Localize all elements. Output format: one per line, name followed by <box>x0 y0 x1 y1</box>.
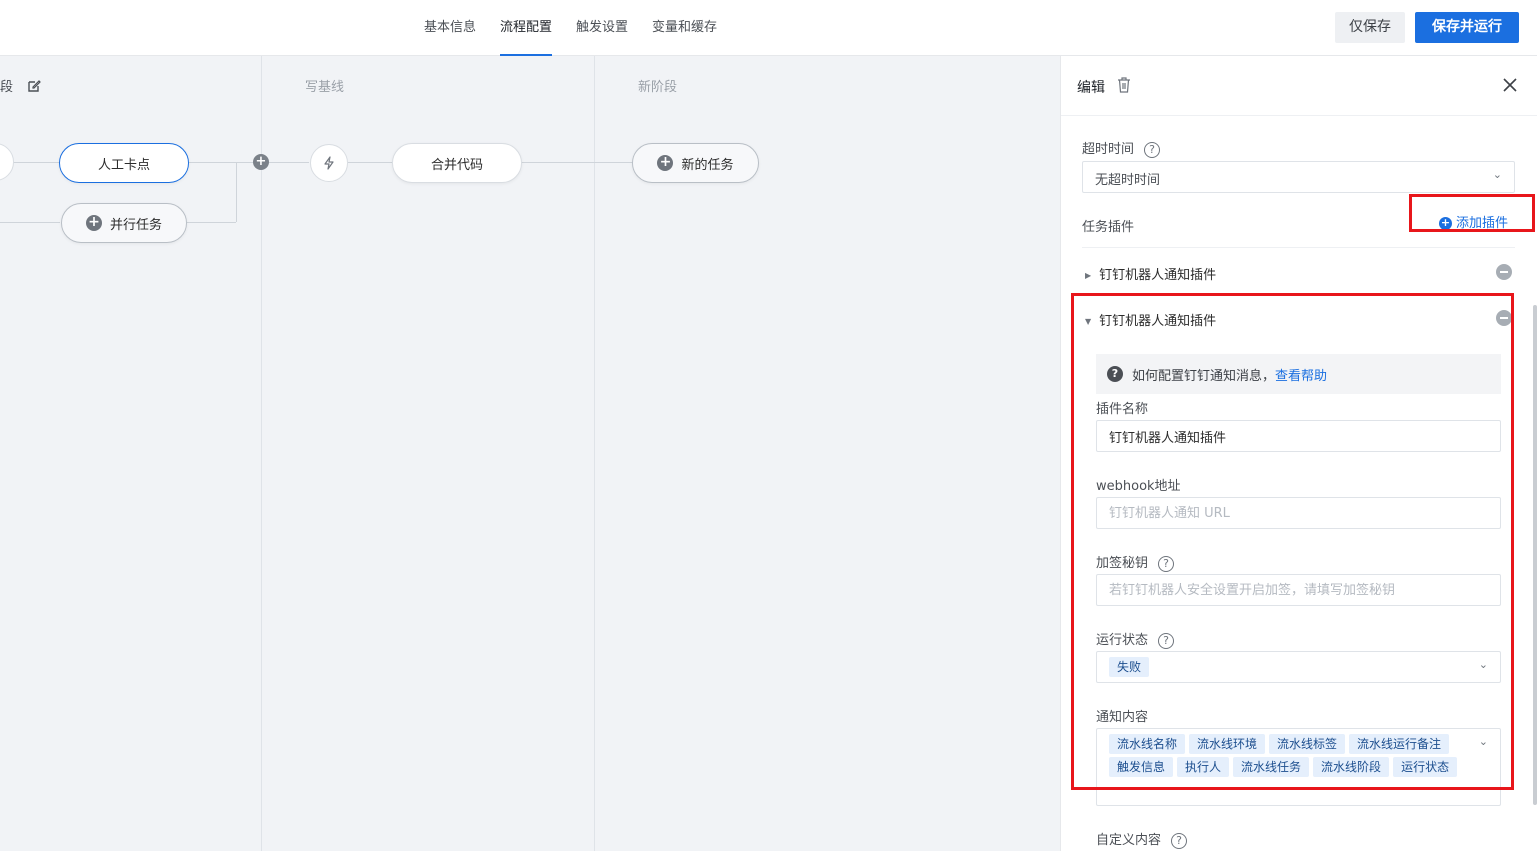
help-icon[interactable]: ? <box>1158 632 1175 649</box>
custom-content-label-text: 自定义内容 <box>1096 833 1162 848</box>
node-label: 人工卡点 <box>97 157 150 173</box>
tab-pipeline-config[interactable]: 流程配置 <box>500 0 553 56</box>
tag: 流水线阶段 <box>1313 757 1390 777</box>
close-icon[interactable] <box>1502 77 1518 97</box>
timeout-select[interactable]: 无超时时间 ⌄ <box>1082 161 1515 193</box>
plus-icon: + <box>657 155 674 171</box>
chevron-down-icon: ⌄ <box>1478 735 1488 748</box>
add-parallel-task-button[interactable]: + 并行任务 <box>61 203 187 243</box>
chevron-down-icon: ⌄ <box>1492 168 1502 181</box>
help-text: 如何配置钉钉通知消息，查看帮助 <box>1132 365 1327 384</box>
connector-line <box>521 162 633 163</box>
plus-icon: + <box>85 215 102 231</box>
secret-label: 加签秘钥? <box>1096 552 1175 572</box>
notify-content-label: 通知内容 <box>1096 710 1149 725</box>
notify-content-tags: 流水线名称 流水线环境 流水线标签 流水线运行备注触发信息 执行人 流水线任务 流水线阶段运… <box>1109 734 1469 780</box>
plus-circle-icon: + <box>1439 216 1452 230</box>
edit-panel: 编辑 超时时间? 无超时时间 ⌄ 任务插件 + 添加插件 ▶ 钉钉机器人通知插件 ▼… <box>1060 56 1537 851</box>
run-status-select[interactable]: 失败 ⌄ <box>1096 651 1501 683</box>
tag: 流水线运行备注 <box>1349 734 1450 754</box>
plugin-name: 钉钉机器人通知插件 <box>1099 268 1217 283</box>
connector-line <box>348 162 392 163</box>
connector-line <box>187 222 236 223</box>
plugin-name-label: 插件名称 <box>1096 402 1149 417</box>
stage-title[interactable]: 新阶段 <box>638 76 677 95</box>
run-status-label: 运行状态? <box>1096 629 1175 649</box>
webhook-input[interactable] <box>1096 497 1501 529</box>
webhook-label: webhook地址 <box>1096 479 1181 494</box>
tag: 触发信息 <box>1109 757 1174 777</box>
help-icon[interactable]: ? <box>1158 555 1175 572</box>
help-text-body: 如何配置钉钉通知消息， <box>1132 369 1276 384</box>
tag: 失败 <box>1109 657 1150 677</box>
stage-title[interactable]: 写基线 <box>305 76 344 95</box>
tag: 流水线任务 <box>1233 757 1310 777</box>
stage-divider <box>261 56 262 851</box>
manual-checkpoint-node[interactable]: 人工卡点 <box>59 143 189 183</box>
upstream-node-button[interactable] <box>0 143 14 181</box>
secret-input[interactable] <box>1096 574 1501 606</box>
timeout-label: 超时时间? <box>1082 138 1161 158</box>
tag: 流水线名称 <box>1109 734 1186 754</box>
task-plugins-label: 任务插件 <box>1082 220 1135 235</box>
secret-label-text: 加签秘钥 <box>1096 556 1149 571</box>
run-status-label-text: 运行状态 <box>1096 633 1149 648</box>
custom-content-label: 自定义内容? <box>1096 829 1188 849</box>
stage-divider <box>594 56 595 851</box>
tag: 流水线环境 <box>1189 734 1266 754</box>
connector-line <box>0 222 60 223</box>
connector-line <box>236 162 237 222</box>
trash-icon[interactable] <box>1117 77 1131 97</box>
lightning-icon[interactable] <box>310 144 348 182</box>
plugin-name-input[interactable] <box>1096 420 1501 452</box>
edit-icon[interactable] <box>27 79 42 97</box>
panel-title: 编辑 <box>1077 80 1105 96</box>
view-help-link[interactable]: 查看帮助 <box>1275 369 1327 384</box>
node-label: 并行任务 <box>109 217 162 233</box>
plugin-item-expanded[interactable]: ▼ 钉钉机器人通知插件 <box>1085 310 1216 329</box>
divider <box>1082 247 1515 248</box>
timeout-value: 无超时时间 <box>1095 173 1161 188</box>
add-plugin-button[interactable]: + 添加插件 <box>1439 212 1508 231</box>
pipeline-canvas: 段 写基线 新阶段 人工卡点 + 并行任务 + 合并代码 + 新的任务 <box>0 56 1060 851</box>
top-bar: 基本信息 流程配置 触发设置 变量和缓存 仅保存 保存并运行 <box>0 0 1537 56</box>
caret-down-icon: ▼ <box>1085 317 1092 326</box>
question-icon: ? <box>1107 366 1123 382</box>
add-plugin-label: 添加插件 <box>1456 216 1509 231</box>
stage-title-text: 段 <box>0 80 14 95</box>
plugin-item-collapsed[interactable]: ▶ 钉钉机器人通知插件 <box>1085 264 1216 283</box>
stage-title: 段 <box>0 76 42 97</box>
add-stage-plus-icon[interactable]: + <box>253 154 269 170</box>
chevron-down-icon: ⌄ <box>1478 658 1488 671</box>
tab-trigger-settings[interactable]: 触发设置 <box>576 0 628 56</box>
timeout-label-text: 超时时间 <box>1082 142 1135 157</box>
notify-content-select[interactable]: 流水线名称 流水线环境 流水线标签 流水线运行备注触发信息 执行人 流水线任务 流水线阶段运… <box>1096 728 1501 806</box>
save-only-button[interactable]: 仅保存 <box>1335 12 1405 43</box>
node-label: 新的任务 <box>681 157 734 173</box>
plugin-name: 钉钉机器人通知插件 <box>1099 314 1217 329</box>
tag: 运行状态 <box>1393 757 1458 777</box>
panel-scrollbar[interactable] <box>1533 305 1537 805</box>
connector-line <box>189 162 309 163</box>
remove-plugin-icon[interactable] <box>1496 310 1512 326</box>
help-banner: ? 如何配置钉钉通知消息，查看帮助 <box>1096 354 1501 394</box>
node-label: 合并代码 <box>430 157 483 173</box>
tag: 流水线标签 <box>1269 734 1346 754</box>
save-and-run-button[interactable]: 保存并运行 <box>1415 12 1519 43</box>
tag: 执行人 <box>1177 757 1230 777</box>
help-icon[interactable]: ? <box>1144 141 1161 158</box>
remove-plugin-icon[interactable] <box>1496 264 1512 280</box>
tab-variables-cache[interactable]: 变量和缓存 <box>652 0 717 56</box>
help-icon[interactable]: ? <box>1171 832 1188 849</box>
tab-basic-info[interactable]: 基本信息 <box>424 0 476 56</box>
caret-right-icon: ▶ <box>1085 271 1092 280</box>
panel-header: 编辑 <box>1061 56 1537 116</box>
add-new-task-button[interactable]: + 新的任务 <box>632 143 759 183</box>
merge-code-node[interactable]: 合并代码 <box>392 143 522 183</box>
run-status-tag: 失败 <box>1109 657 1153 680</box>
